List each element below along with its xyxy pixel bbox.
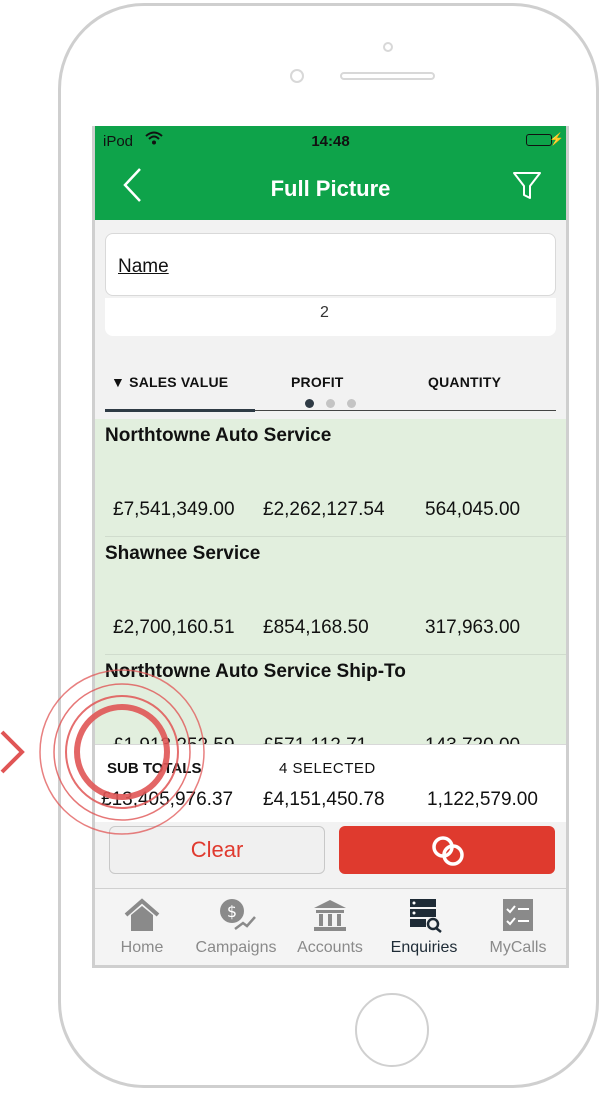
row-name: Shawnee Service: [105, 543, 261, 564]
page-dot: [326, 399, 335, 408]
tabbar-home[interactable]: Home: [95, 889, 189, 965]
list-item[interactable]: Shawnee Service £2,700,160.51 £854,168.5…: [95, 537, 566, 655]
tab-label: Campaigns: [195, 939, 277, 956]
camera-dot: [383, 42, 393, 52]
row-sales: £7,541,349.00: [113, 499, 235, 520]
page-dot: [347, 399, 357, 408]
row-name: Northtowne Auto Service Ship-To: [105, 661, 406, 682]
link-button[interactable]: [339, 826, 555, 874]
name-field[interactable]: Name: [105, 233, 556, 296]
page-dot-active: [304, 399, 314, 408]
sensor-dot: [290, 69, 304, 83]
device-home-button[interactable]: [355, 993, 429, 1067]
tab-profit[interactable]: PROFIT: [291, 374, 344, 390]
status-bar: iPod 14:48 ⚡: [95, 126, 566, 156]
tab-label: SALES VALUE: [129, 374, 229, 390]
action-bar: Clear: [95, 822, 566, 888]
status-time: 14:48: [311, 133, 350, 150]
name-label: Name: [118, 256, 169, 277]
row-quantity: 317,963.00: [425, 617, 521, 638]
tab-quantity[interactable]: QUANTITY: [428, 374, 501, 390]
filter-icon[interactable]: [512, 170, 542, 207]
selected-count: 4 SELECTED: [279, 760, 376, 777]
partial-card: 2: [105, 298, 556, 336]
tabbar-mycalls[interactable]: MyCalls: [471, 889, 565, 965]
tab-label: MyCalls: [489, 939, 547, 956]
link-rings-icon: [432, 836, 464, 866]
partial-card-value: 2: [320, 304, 329, 321]
swipe-chevron-icon: [0, 730, 25, 774]
subtotals-label: SUB TOTALS: [107, 760, 202, 777]
tab-sales-value[interactable]: ▼ SALES VALUE: [111, 374, 228, 390]
subtotals-bar: SUB TOTALS 4 SELECTED £13,405,976.37 £4,…: [95, 744, 566, 823]
charging-bolt-icon: ⚡: [549, 132, 564, 146]
list-item[interactable]: Northtowne Auto Service £7,541,349.00 £2…: [95, 419, 566, 537]
row-quantity: 564,045.00: [425, 499, 521, 520]
tabbar-campaigns[interactable]: $ Campaigns: [189, 889, 283, 965]
bottom-tab-bar: Home $ Campaigns Accounts Enquiries MyCa…: [95, 888, 566, 965]
list-item[interactable]: Northtowne Auto Service Ship-To £1,913,2…: [95, 655, 566, 749]
tab-label: Enquiries: [390, 939, 458, 956]
sort-down-icon: ▼: [111, 374, 126, 390]
home-icon: [124, 898, 160, 931]
row-sales: £2,700,160.51: [113, 617, 235, 638]
row-name: Northtowne Auto Service: [105, 425, 332, 446]
results-list: Northtowne Auto Service £7,541,349.00 £2…: [95, 419, 566, 749]
row-profit: £2,262,127.54: [263, 499, 385, 520]
page-title: Full Picture: [270, 176, 391, 201]
clear-button[interactable]: Clear: [109, 826, 325, 874]
active-tab-underline: [105, 409, 255, 412]
app-screen: iPod 14:48 ⚡ Full Picture Name 2 ▼ SALES…: [92, 126, 569, 968]
bank-icon: [314, 900, 346, 931]
svg-text:$: $: [227, 902, 237, 921]
tabbar-enquiries[interactable]: Enquiries: [377, 889, 471, 965]
campaigns-icon: $: [220, 899, 256, 930]
row-profit: £854,168.50: [263, 617, 369, 638]
checklist-icon: [503, 899, 533, 931]
enquiries-icon: [410, 899, 442, 933]
tab-label: Home: [120, 939, 164, 956]
subtotal-quantity: 1,122,579.00: [427, 789, 538, 810]
tabbar-accounts[interactable]: Accounts: [283, 889, 377, 965]
speaker-grille: [340, 72, 435, 80]
subtotal-profit: £4,151,450.78: [263, 789, 385, 810]
nav-bar: Full Picture: [95, 156, 566, 220]
subtotal-sales: £13,405,976.37: [101, 789, 234, 810]
tab-label: Accounts: [297, 939, 363, 956]
